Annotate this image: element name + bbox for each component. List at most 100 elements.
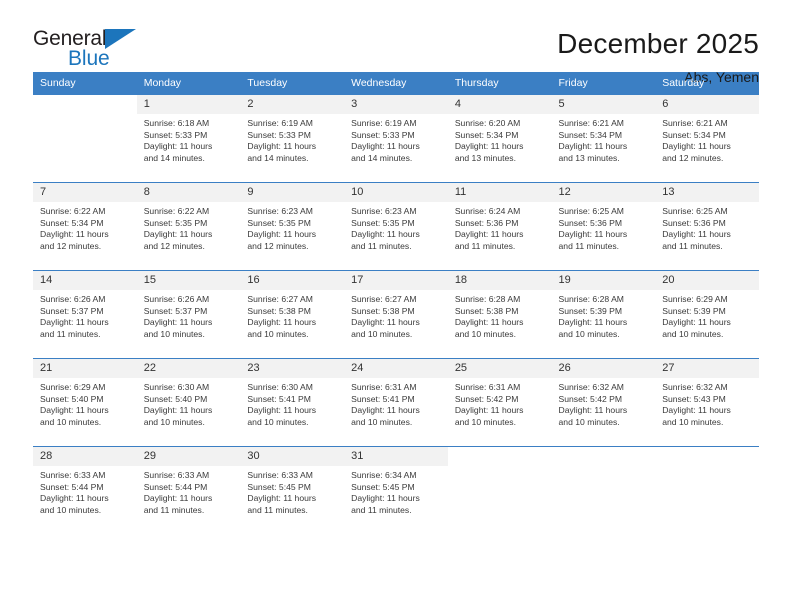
day-number: 25 [447, 359, 552, 378]
day-cell: 3 Sunrise: 6:19 AM Sunset: 5:33 PM Daylig… [344, 94, 448, 183]
day-details: Sunrise: 6:26 AM Sunset: 5:37 PM Dayligh… [143, 294, 213, 339]
day-number: 8 [136, 183, 241, 202]
day-number: 23 [240, 359, 345, 378]
day-number: 2 [240, 95, 345, 114]
day-details: Sunrise: 6:33 AM Sunset: 5:44 PM Dayligh… [143, 470, 213, 515]
day-details: Sunrise: 6:24 AM Sunset: 5:36 PM Dayligh… [454, 206, 524, 251]
day-cell: 5 Sunrise: 6:21 AM Sunset: 5:34 PM Daylig… [551, 94, 656, 183]
day-number: 13 [655, 183, 759, 202]
day-number: 11 [447, 183, 552, 202]
day-details: Sunrise: 6:29 AM Sunset: 5:39 PM Dayligh… [662, 294, 731, 339]
generalblue-logo[interactable]: General Blue [33, 28, 151, 70]
day-details [33, 114, 137, 118]
day-number: 6 [655, 95, 759, 114]
day-details: Sunrise: 6:22 AM Sunset: 5:34 PM Dayligh… [40, 206, 109, 251]
day-cell: 17 Sunrise: 6:27 AM Sunset: 5:38 PM Dayli… [344, 270, 448, 359]
day-details: Sunrise: 6:33 AM Sunset: 5:45 PM Dayligh… [247, 470, 317, 515]
weekday-header-thursday: Thursday [447, 72, 552, 95]
day-details: Sunrise: 6:20 AM Sunset: 5:34 PM Dayligh… [454, 118, 524, 163]
day-details: Sunrise: 6:25 AM Sunset: 5:36 PM Dayligh… [662, 206, 731, 251]
calendar-week-row: 7 Sunrise: 6:22 AM Sunset: 5:34 PM Daylig… [33, 182, 759, 271]
day-details: Sunrise: 6:21 AM Sunset: 5:34 PM Dayligh… [558, 118, 628, 163]
day-details: Sunrise: 6:26 AM Sunset: 5:37 PM Dayligh… [40, 294, 109, 339]
day-cell: 14 Sunrise: 6:26 AM Sunset: 5:37 PM Dayli… [33, 270, 137, 359]
day-number: 22 [136, 359, 241, 378]
day-details: Sunrise: 6:19 AM Sunset: 5:33 PM Dayligh… [351, 118, 420, 163]
day-number: 16 [240, 271, 345, 290]
day-number: 4 [447, 95, 552, 114]
day-number [447, 447, 552, 466]
day-number: 31 [344, 447, 448, 466]
day-cell: 29 Sunrise: 6:33 AM Sunset: 5:44 PM Dayli… [136, 446, 241, 533]
day-cell: 22 Sunrise: 6:30 AM Sunset: 5:40 PM Dayli… [136, 358, 241, 447]
weekday-header-wednesday: Wednesday [344, 72, 448, 95]
day-cell: 2 Sunrise: 6:19 AM Sunset: 5:33 PM Daylig… [240, 94, 345, 183]
day-details: Sunrise: 6:18 AM Sunset: 5:33 PM Dayligh… [143, 118, 213, 163]
day-number: 3 [344, 95, 448, 114]
logo-text-blue: Blue [68, 47, 110, 70]
day-cell: 28 Sunrise: 6:33 AM Sunset: 5:44 PM Dayli… [33, 446, 137, 533]
day-cell [33, 94, 137, 183]
day-details: Sunrise: 6:29 AM Sunset: 5:40 PM Dayligh… [40, 382, 109, 427]
calendar-page: General Blue December 2025 Abs, Yemen Su… [0, 0, 792, 612]
day-cell: 27 Sunrise: 6:32 AM Sunset: 5:43 PM Dayli… [655, 358, 759, 447]
day-cell: 1 Sunrise: 6:18 AM Sunset: 5:33 PM Daylig… [136, 94, 241, 183]
day-cell: 16 Sunrise: 6:27 AM Sunset: 5:38 PM Dayli… [240, 270, 345, 359]
day-details: Sunrise: 6:32 AM Sunset: 5:42 PM Dayligh… [558, 382, 628, 427]
day-cell: 30 Sunrise: 6:33 AM Sunset: 5:45 PM Dayli… [240, 446, 345, 533]
day-number: 18 [447, 271, 552, 290]
day-number: 9 [240, 183, 345, 202]
calendar-week-row: 14 Sunrise: 6:26 AM Sunset: 5:37 PM Dayli… [33, 270, 759, 359]
day-number: 14 [33, 271, 137, 290]
day-number: 17 [344, 271, 448, 290]
day-details [655, 466, 759, 470]
day-number: 5 [551, 95, 656, 114]
day-cell: 6 Sunrise: 6:21 AM Sunset: 5:34 PM Daylig… [655, 94, 759, 183]
day-details: Sunrise: 6:28 AM Sunset: 5:38 PM Dayligh… [454, 294, 524, 339]
day-details: Sunrise: 6:25 AM Sunset: 5:36 PM Dayligh… [558, 206, 628, 251]
day-number: 21 [33, 359, 137, 378]
day-cell: 24 Sunrise: 6:31 AM Sunset: 5:41 PM Dayli… [344, 358, 448, 447]
calendar-week-row: 28 Sunrise: 6:33 AM Sunset: 5:44 PM Dayli… [33, 446, 759, 533]
day-cell: 20 Sunrise: 6:29 AM Sunset: 5:39 PM Dayli… [655, 270, 759, 359]
day-number: 10 [344, 183, 448, 202]
day-cell: 7 Sunrise: 6:22 AM Sunset: 5:34 PM Daylig… [33, 182, 137, 271]
calendar-table: Sunday Monday Tuesday Wednesday Thursday… [33, 72, 759, 533]
day-cell: 11 Sunrise: 6:24 AM Sunset: 5:36 PM Dayli… [447, 182, 552, 271]
day-cell: 15 Sunrise: 6:26 AM Sunset: 5:37 PM Dayli… [136, 270, 241, 359]
day-number: 19 [551, 271, 656, 290]
day-details: Sunrise: 6:32 AM Sunset: 5:43 PM Dayligh… [662, 382, 731, 427]
day-cell: 12 Sunrise: 6:25 AM Sunset: 5:36 PM Dayli… [551, 182, 656, 271]
day-cell: 23 Sunrise: 6:30 AM Sunset: 5:41 PM Dayli… [240, 358, 345, 447]
day-cell: 4 Sunrise: 6:20 AM Sunset: 5:34 PM Daylig… [447, 94, 552, 183]
day-details: Sunrise: 6:19 AM Sunset: 5:33 PM Dayligh… [247, 118, 317, 163]
day-cell: 31 Sunrise: 6:34 AM Sunset: 5:45 PM Dayli… [344, 446, 448, 533]
day-number: 30 [240, 447, 345, 466]
day-cell: 10 Sunrise: 6:23 AM Sunset: 5:35 PM Dayli… [344, 182, 448, 271]
day-details: Sunrise: 6:21 AM Sunset: 5:34 PM Dayligh… [662, 118, 731, 163]
day-cell: 13 Sunrise: 6:25 AM Sunset: 5:36 PM Dayli… [655, 182, 759, 271]
day-details: Sunrise: 6:33 AM Sunset: 5:44 PM Dayligh… [40, 470, 109, 515]
day-details: Sunrise: 6:30 AM Sunset: 5:40 PM Dayligh… [143, 382, 213, 427]
day-cell: 19 Sunrise: 6:28 AM Sunset: 5:39 PM Dayli… [551, 270, 656, 359]
day-details: Sunrise: 6:27 AM Sunset: 5:38 PM Dayligh… [351, 294, 420, 339]
day-number: 27 [655, 359, 759, 378]
day-cell: 18 Sunrise: 6:28 AM Sunset: 5:38 PM Dayli… [447, 270, 552, 359]
page-title: December 2025 [557, 28, 759, 59]
day-details: Sunrise: 6:27 AM Sunset: 5:38 PM Dayligh… [247, 294, 317, 339]
weekday-header-monday: Monday [136, 72, 241, 95]
day-details: Sunrise: 6:22 AM Sunset: 5:35 PM Dayligh… [143, 206, 213, 251]
day-cell [551, 446, 656, 533]
page-header: General Blue December 2025 Abs, Yemen [33, 0, 759, 86]
day-number: 1 [136, 95, 241, 114]
day-details [552, 466, 656, 470]
day-details: Sunrise: 6:34 AM Sunset: 5:45 PM Dayligh… [351, 470, 420, 515]
day-details: Sunrise: 6:23 AM Sunset: 5:35 PM Dayligh… [351, 206, 420, 251]
calendar-body: 1 Sunrise: 6:18 AM Sunset: 5:33 PM Daylig… [33, 94, 759, 533]
day-number: 15 [136, 271, 241, 290]
day-number: 24 [344, 359, 448, 378]
day-cell: 25 Sunrise: 6:31 AM Sunset: 5:42 PM Dayli… [447, 358, 552, 447]
weekday-header-sunday: Sunday [33, 72, 137, 95]
day-cell [655, 446, 759, 533]
weekday-header-tuesday: Tuesday [240, 72, 345, 95]
